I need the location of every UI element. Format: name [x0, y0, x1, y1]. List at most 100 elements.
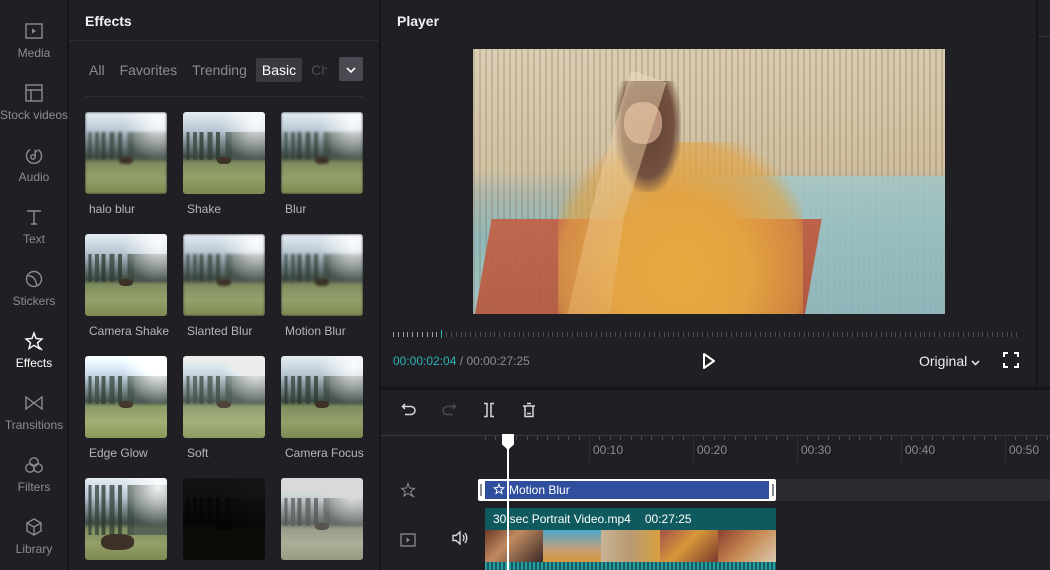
chevron-down-icon [971, 353, 980, 369]
more-tabs-button[interactable] [339, 57, 363, 81]
ruler-tick [994, 436, 996, 440]
scrubber-tick [508, 332, 510, 337]
scrubber-tick [504, 332, 506, 337]
effect-card-camera-focus[interactable]: Camera Focus [281, 356, 364, 460]
effect-thumbnail [183, 356, 265, 438]
fullscreen-button[interactable] [1003, 352, 1021, 370]
tab-favorites[interactable]: Favorites [114, 58, 184, 82]
aspect-ratio-label: Original [919, 353, 968, 369]
scrubber-tick [523, 332, 525, 337]
scrubber-tick [909, 332, 911, 337]
video-clip-title: 30 sec Portrait Video.mp4 00:27:25 [493, 512, 692, 526]
sidebar-item-audio[interactable]: Audio [0, 144, 68, 204]
scrubber-tick [822, 332, 824, 337]
scrubber-tick [533, 332, 535, 337]
scrubber-tick [455, 332, 457, 337]
scrubber-tick [557, 332, 559, 337]
effect-card[interactable] [183, 478, 265, 560]
scrubber-tick [537, 332, 539, 337]
clip-trim-handle-left[interactable] [480, 484, 482, 496]
scrubber-tick [967, 332, 969, 337]
tab-trending[interactable]: Trending [186, 58, 253, 82]
tab-all[interactable]: All [83, 58, 111, 82]
aspect-ratio-dropdown[interactable]: Original [919, 353, 980, 369]
effect-clip-motion-blur[interactable]: Motion Blur [478, 479, 776, 501]
play-button[interactable] [699, 351, 719, 371]
scrubber-tick [992, 332, 993, 337]
tab-ch[interactable]: Ch [305, 58, 327, 82]
ruler-tick [849, 436, 850, 440]
ruler-tick [620, 436, 622, 440]
sidebar-item-library[interactable]: Library [0, 516, 68, 570]
effect-card-soft[interactable]: Soft [183, 356, 265, 460]
sidebar-item-stickers[interactable]: Stickers [0, 268, 68, 328]
scrubber-tick [938, 332, 940, 337]
ruler-tick [537, 436, 538, 440]
effect-card-camera-shake[interactable]: Camera Shake [85, 234, 169, 338]
timeline-ruler[interactable]: 00:10 00:20 00:30 00:40 00:50 [381, 435, 1050, 463]
playback-scrubber[interactable] [393, 330, 1021, 338]
scrubber-tick [977, 332, 979, 337]
effect-card-shake[interactable]: Shake [183, 112, 265, 216]
video-preview[interactable] [473, 49, 945, 314]
ruler-tick [495, 436, 497, 440]
scrubber-tick [963, 332, 965, 337]
scrubber-tick [421, 332, 423, 337]
chevron-down-icon [346, 60, 356, 78]
scrubber-tick [682, 332, 684, 337]
clip-trim-handle-right[interactable] [772, 484, 774, 496]
effect-card-halo-blur[interactable]: halo blur [85, 112, 167, 216]
ruler-tick [547, 436, 549, 440]
sidebar-item-transitions[interactable]: Transitions [0, 392, 68, 452]
scrubber-tick [1006, 332, 1008, 337]
scrubber-tick [769, 332, 771, 337]
scrubber-tick [489, 332, 491, 337]
sidebar-item-text[interactable]: Text [0, 206, 68, 266]
effect-card-slanted-blur[interactable]: Slanted Blur [183, 234, 265, 338]
scrubber-tick [629, 332, 631, 337]
sidebar-item-filters[interactable]: Filters [0, 454, 68, 514]
mute-track-button[interactable] [451, 529, 469, 551]
effect-card-motion-blur[interactable]: Motion Blur [281, 234, 363, 338]
scrubber-tick [600, 332, 602, 337]
scrubber-tick [547, 332, 549, 337]
redo-button[interactable] [439, 402, 459, 422]
scrubber-tick [576, 332, 578, 337]
scrubber-tick [982, 332, 984, 337]
effect-thumbnail [281, 234, 363, 316]
effect-card[interactable] [281, 478, 363, 560]
sidebar-item-media[interactable]: Media [0, 20, 68, 80]
video-clip[interactable]: 30 sec Portrait Video.mp4 00:27:25 [485, 508, 776, 570]
effect-card-edge-glow[interactable]: Edge Glow [85, 356, 167, 460]
audio-icon [23, 144, 45, 166]
total-time: 00:00:27:25 [466, 354, 530, 368]
scrubber-tick [856, 332, 858, 337]
scrubber-tick [789, 332, 791, 337]
sidebar-item-stock-videos[interactable]: Stock videos [0, 82, 68, 142]
sidebar-item-effects[interactable]: Effects [0, 330, 68, 390]
stickers-icon [23, 268, 45, 290]
scrubber-tick [397, 332, 399, 337]
scrubber-tick [702, 332, 704, 337]
scrubber-tick [460, 332, 462, 337]
scrubber-tick [407, 332, 409, 337]
scrubber-tick [900, 332, 902, 337]
ruler-tick [661, 436, 663, 440]
scrubber-tick [494, 332, 496, 337]
scrubber-tick [620, 332, 622, 337]
tab-basic[interactable]: Basic [255, 58, 303, 82]
scrubber-tick [402, 332, 404, 337]
ruler-tick [599, 436, 601, 440]
undo-button[interactable] [399, 402, 419, 422]
scrubber-tick [953, 332, 955, 337]
undo-icon [401, 402, 417, 423]
scrubber-tick [697, 332, 699, 337]
split-button[interactable] [479, 402, 499, 422]
scrubber-tick [721, 332, 723, 337]
scrubber-tick [943, 332, 945, 337]
effect-card[interactable] [85, 478, 167, 560]
speaker-icon [451, 529, 469, 551]
delete-button[interactable] [519, 402, 539, 422]
timeline-playhead[interactable] [501, 434, 515, 570]
effect-card-blur[interactable]: Blur [281, 112, 363, 216]
